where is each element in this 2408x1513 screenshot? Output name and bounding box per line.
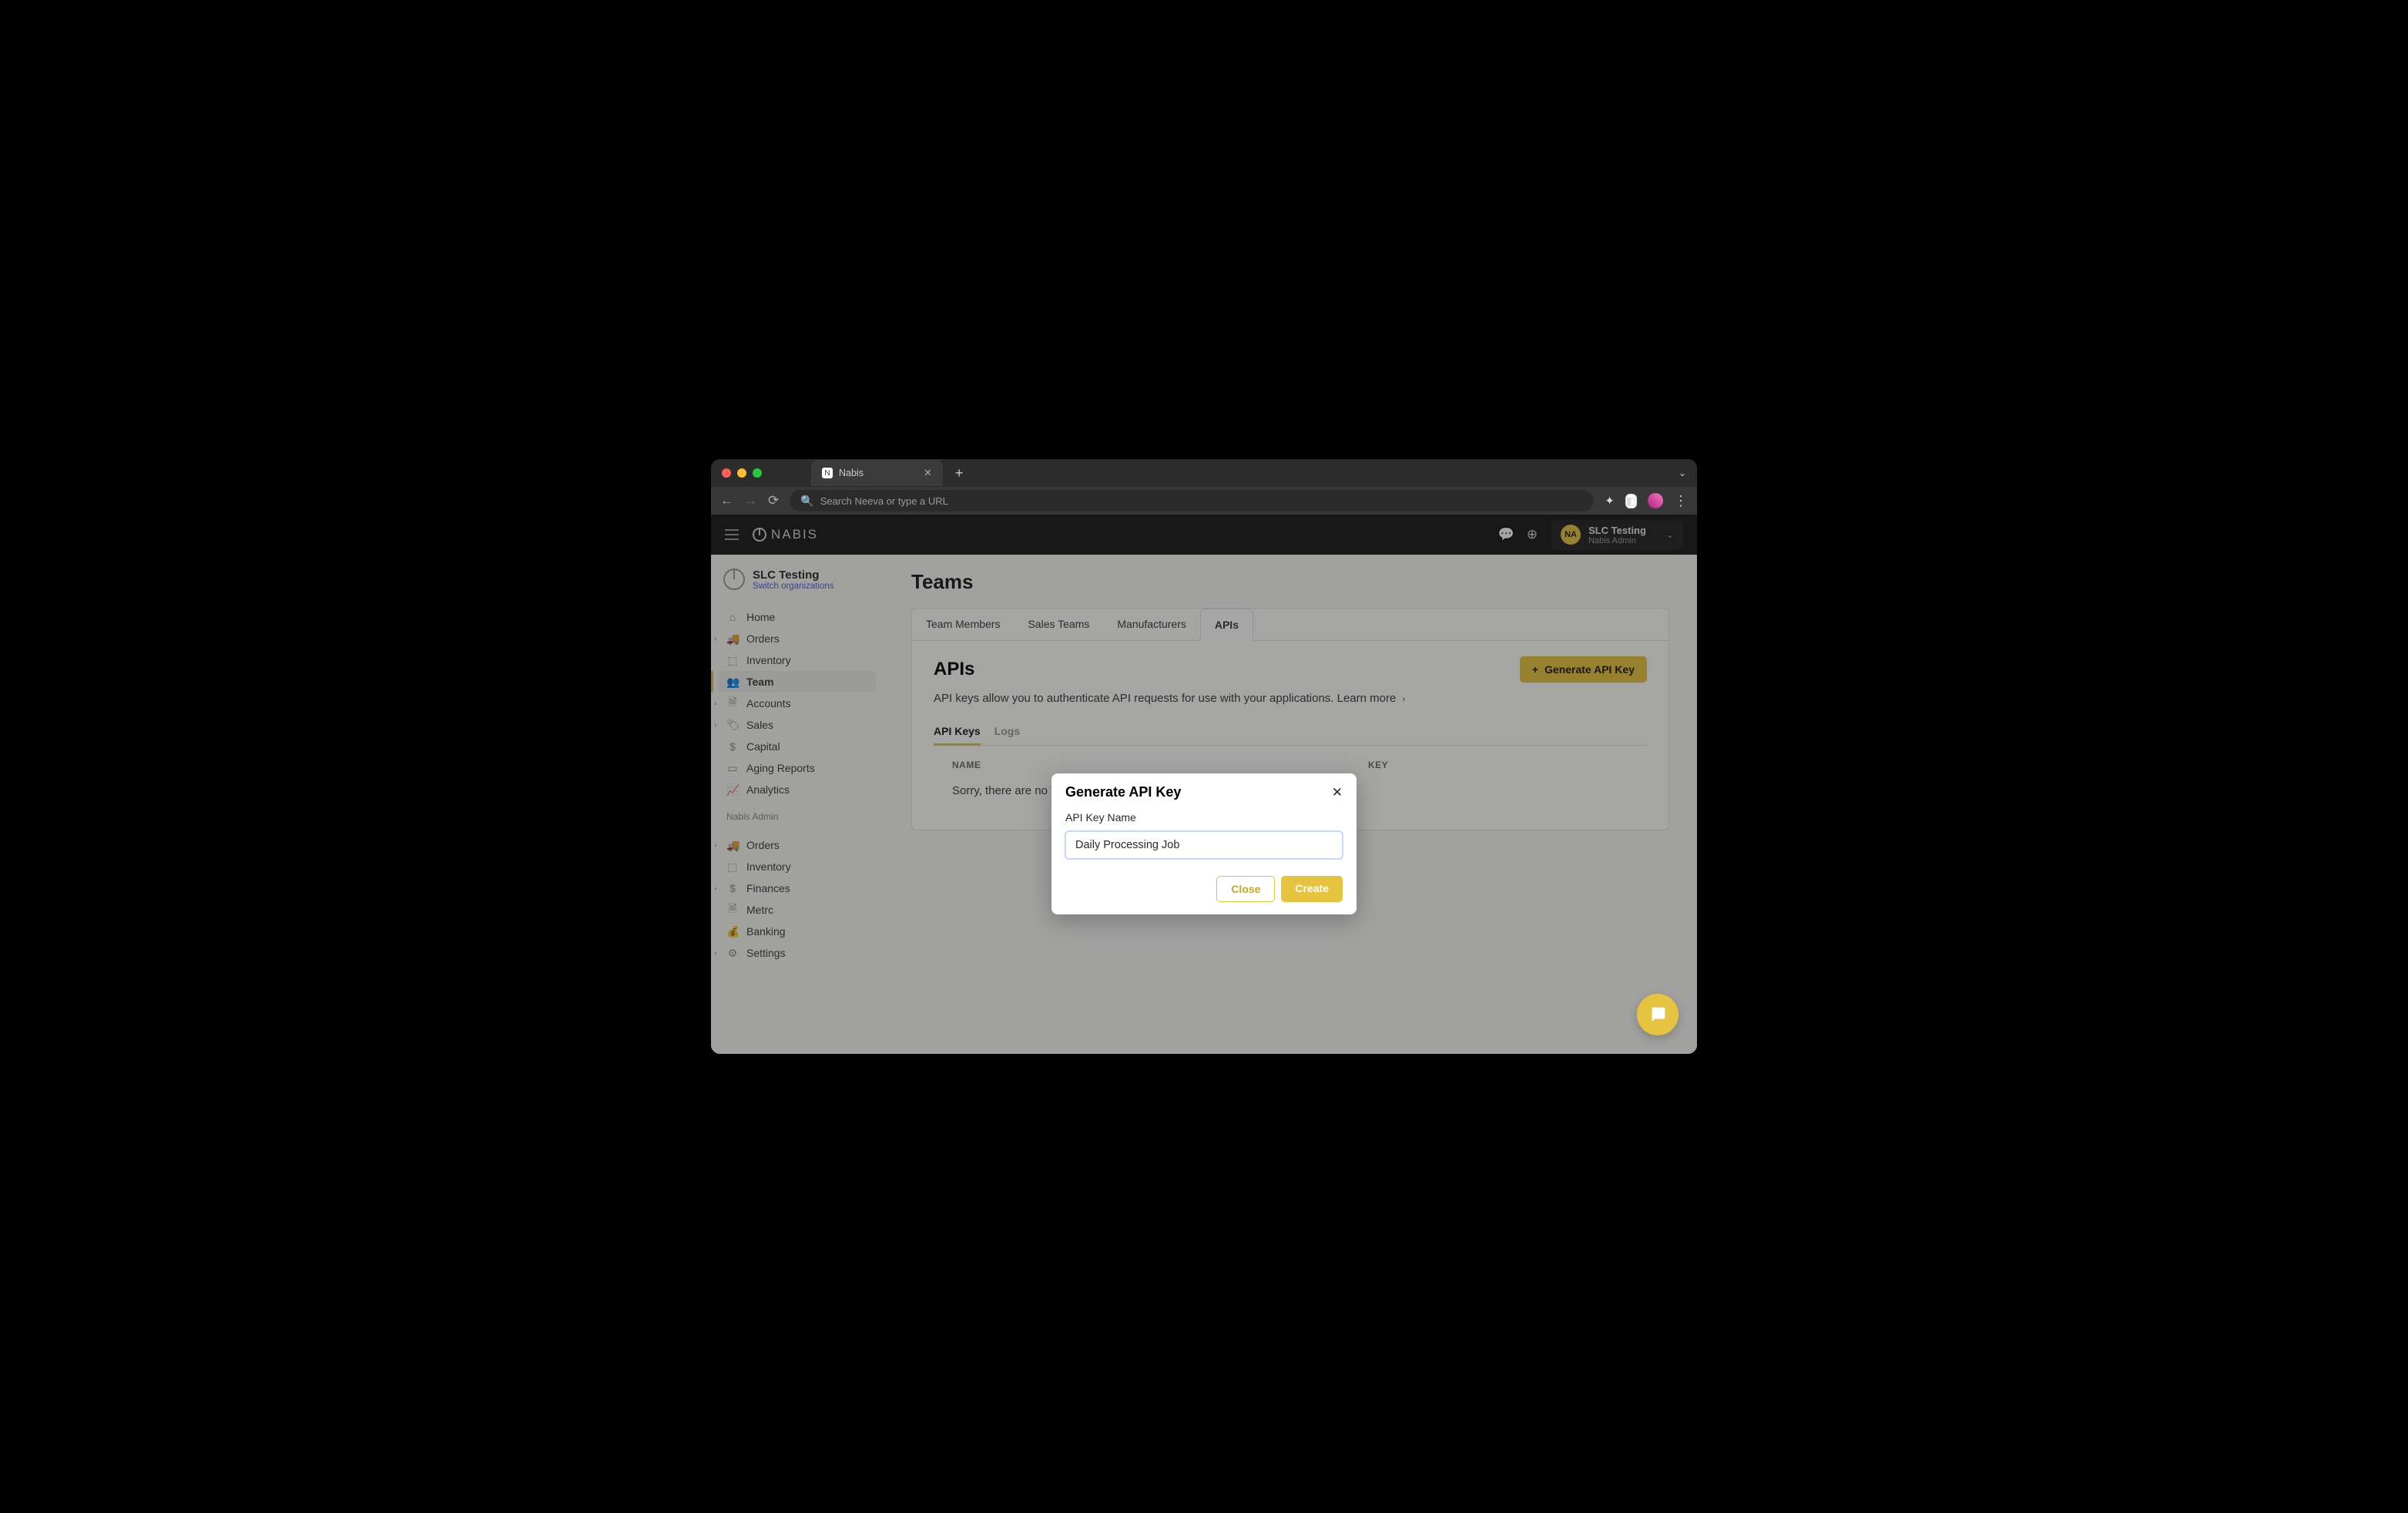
close-button[interactable]: Close — [1216, 876, 1275, 902]
new-tab-button[interactable]: + — [955, 465, 964, 481]
modal-close-icon[interactable]: ✕ — [1332, 785, 1343, 800]
back-button[interactable]: ← — [720, 493, 733, 508]
traffic-lights — [722, 468, 762, 478]
favicon-icon: N — [822, 468, 833, 478]
browser-menu-icon[interactable]: ⋮ — [1674, 493, 1688, 509]
tab-title: Nabis — [839, 468, 864, 478]
search-icon: 🔍 — [800, 495, 813, 508]
extensions-icon[interactable]: ✦ — [1605, 494, 1615, 508]
maximize-window-icon[interactable] — [753, 468, 762, 478]
api-key-name-input[interactable] — [1065, 831, 1343, 859]
app-frame: NABIS 💬 ⊕ NA SLC Testing Nabis Admin ⌄ S… — [711, 515, 1697, 1054]
create-button[interactable]: Create — [1281, 876, 1343, 902]
browser-tab[interactable]: N Nabis ✕ — [811, 460, 943, 486]
forward-button[interactable]: → — [744, 493, 757, 508]
modal-footer: Close Create — [1051, 870, 1357, 914]
api-key-name-label: API Key Name — [1065, 811, 1136, 824]
browser-window: N Nabis ✕ + ⌄ ← → ⟳ 🔍 Search Neeva or ty… — [711, 459, 1697, 1054]
close-window-icon[interactable] — [722, 468, 731, 478]
modal-title: Generate API Key — [1065, 784, 1181, 800]
side-panel-icon[interactable]: ◧ — [1625, 494, 1637, 508]
address-placeholder: Search Neeva or type a URL — [820, 495, 948, 507]
tab-list-icon[interactable]: ⌄ — [1679, 468, 1686, 478]
browser-tab-bar: N Nabis ✕ + — [811, 460, 963, 486]
reload-button[interactable]: ⟳ — [768, 493, 779, 508]
intercom-fab[interactable] — [1637, 994, 1679, 1035]
address-bar[interactable]: 🔍 Search Neeva or type a URL — [790, 490, 1594, 512]
modal-body: API Key Name — [1051, 807, 1357, 870]
generate-api-key-modal: Generate API Key ✕ API Key Name Close Cr… — [1051, 773, 1357, 914]
title-bar: N Nabis ✕ + ⌄ — [711, 459, 1697, 487]
modal-header: Generate API Key ✕ — [1051, 773, 1357, 807]
close-tab-icon[interactable]: ✕ — [924, 467, 932, 479]
url-bar: ← → ⟳ 🔍 Search Neeva or type a URL ✦ ◧ ⋮ — [711, 487, 1697, 515]
minimize-window-icon[interactable] — [737, 468, 746, 478]
chat-bubble-icon — [1648, 1005, 1668, 1025]
profile-avatar-icon[interactable] — [1648, 493, 1663, 508]
